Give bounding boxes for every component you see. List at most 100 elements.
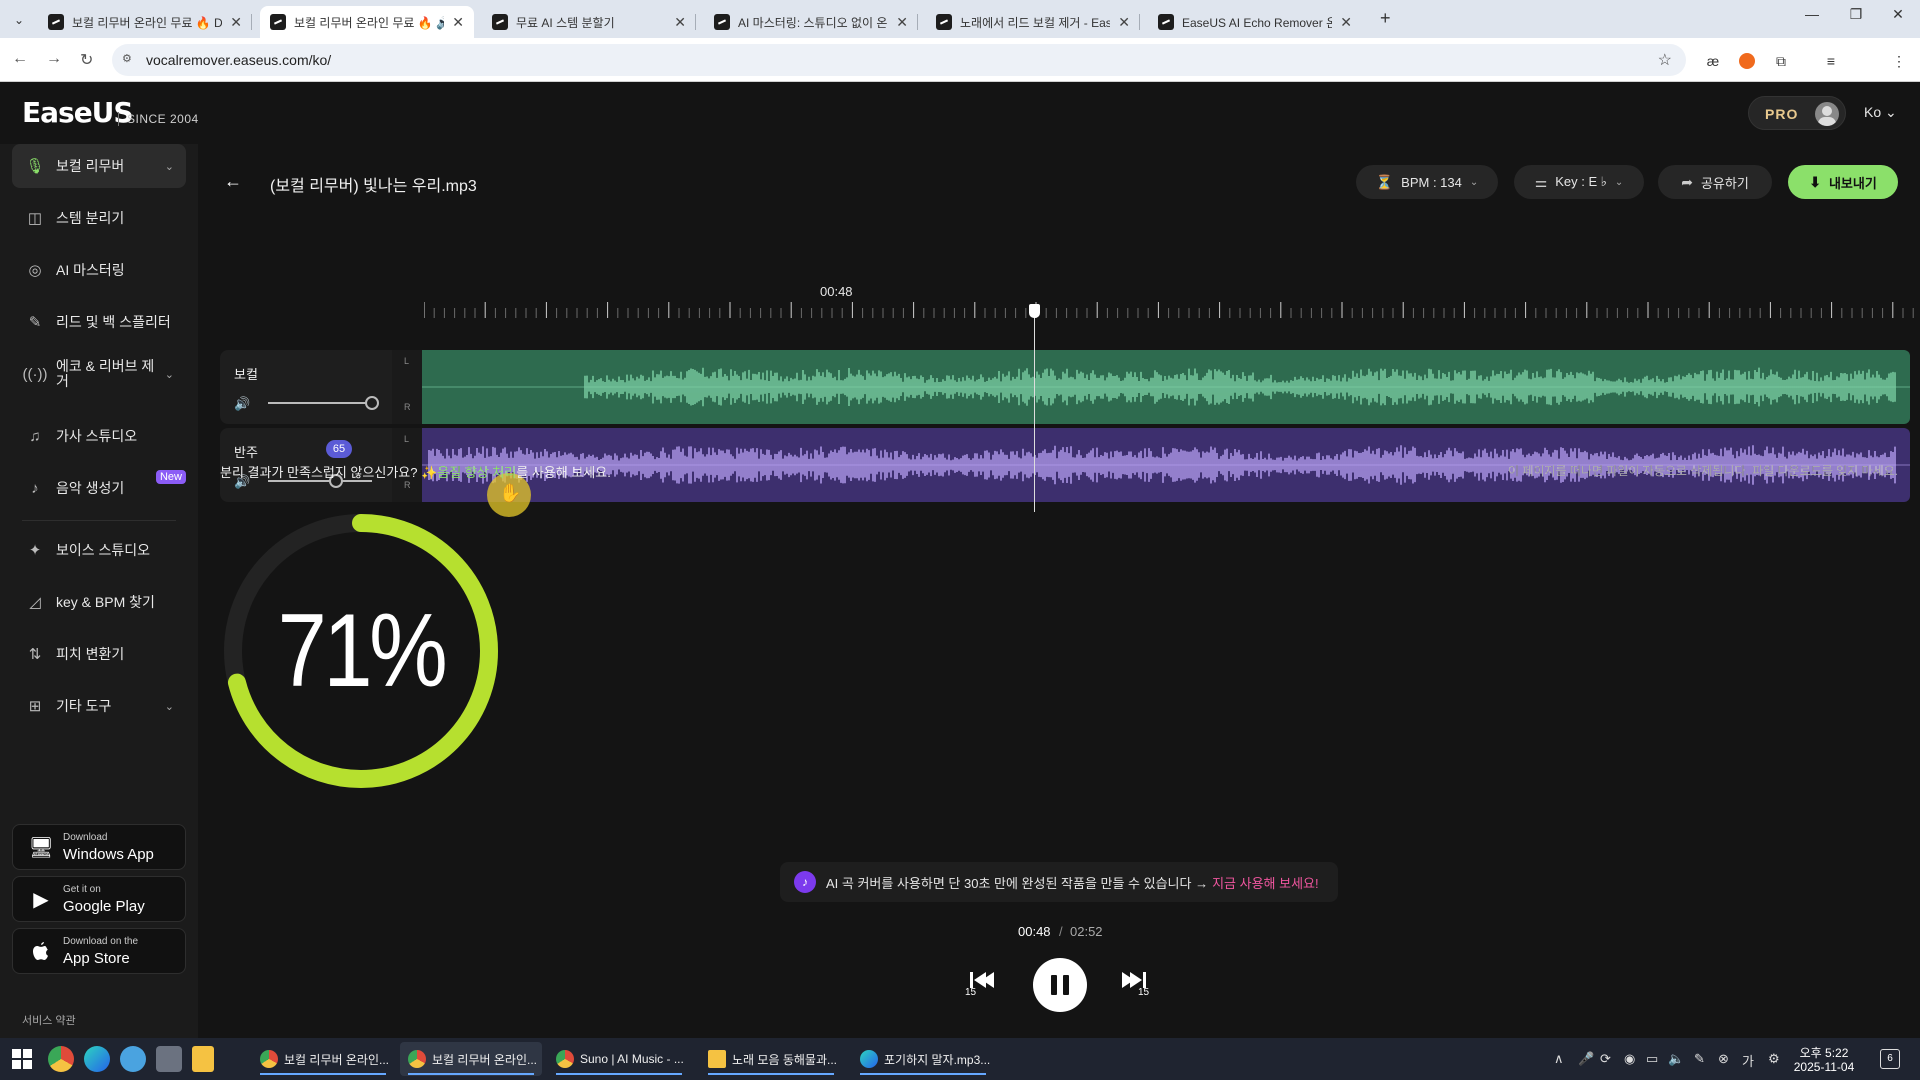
omnibox[interactable]: ⚙ vocalremover.easeus.com/ko/ ☆ bbox=[112, 44, 1686, 76]
pro-account-button[interactable]: PRO bbox=[1748, 96, 1846, 130]
promo-avatar-icon: ♪ bbox=[794, 871, 816, 893]
volume-tray-icon[interactable]: 🔈 bbox=[1668, 1051, 1684, 1067]
sync-icon[interactable]: ⟳ bbox=[1600, 1051, 1611, 1067]
speaker-icon[interactable]: 🔊 bbox=[234, 396, 250, 412]
close-tab-icon[interactable]: ✕ bbox=[452, 14, 464, 31]
taskbar-app-chrome-2[interactable]: 보컬 리무버 온라인... bbox=[400, 1042, 542, 1076]
edge-icon[interactable] bbox=[84, 1046, 110, 1072]
vocal-volume-slider[interactable] bbox=[268, 402, 372, 404]
close-window-icon[interactable]: ✕ bbox=[1878, 6, 1918, 23]
skip-forward-15-button[interactable]: 15 bbox=[1118, 968, 1152, 996]
easeus-logo[interactable]: EaseUS bbox=[22, 96, 134, 129]
restore-icon[interactable]: ❐ bbox=[1836, 6, 1876, 23]
export-button[interactable]: ⬇ 내보내기 bbox=[1788, 165, 1898, 199]
share-arrow-icon: ➦ bbox=[1681, 173, 1693, 190]
terms-of-service-link[interactable]: 서비스 약관 bbox=[22, 1012, 76, 1028]
sidebar-item-ai-mastering[interactable]: ◎ AI 마스터링 bbox=[12, 248, 186, 292]
pause-button[interactable] bbox=[1033, 958, 1087, 1012]
browser-tab[interactable]: AI 마스터링: 스튜디오 없이 온 ✕ bbox=[704, 6, 918, 38]
enhance-quality-link[interactable]: ✨음질 향상 처리 bbox=[421, 465, 516, 480]
microphone-icon[interactable]: 🎤 bbox=[1578, 1051, 1594, 1067]
easeus-favicon-icon bbox=[936, 14, 952, 30]
app-store-button[interactable]: Download on the App Store bbox=[12, 928, 186, 974]
pen-icon[interactable]: ✎ bbox=[1694, 1051, 1705, 1067]
extension-orange-icon[interactable] bbox=[1736, 50, 1758, 72]
sidebar-item-pitch-changer[interactable]: ⇅ 피치 변환기 bbox=[12, 632, 186, 676]
close-tab-icon[interactable]: ✕ bbox=[674, 14, 686, 31]
extension-ae-icon[interactable]: æ bbox=[1702, 50, 1724, 72]
bird-app-icon[interactable] bbox=[120, 1046, 146, 1072]
settings-tray-icon[interactable]: ⚙ bbox=[1768, 1051, 1780, 1067]
ai-cover-promo-banner[interactable]: ♪ AI 곡 커버를 사용하면 단 30초 만에 완성된 작품을 만들 수 있습… bbox=[780, 862, 1338, 902]
chrome-icon[interactable] bbox=[48, 1046, 74, 1072]
clock-date[interactable]: 2025-11-04 bbox=[1784, 1060, 1864, 1074]
timeline-ruler[interactable] bbox=[424, 300, 1920, 320]
tray-overflow-icon[interactable]: ∧ bbox=[1554, 1051, 1564, 1067]
sidebar-item-voice-studio[interactable]: ✦ 보이스 스튜디오 bbox=[12, 528, 186, 572]
windows-app-download-button[interactable]: 🖥 Download Windows App bbox=[12, 824, 186, 870]
browser-tab[interactable]: 보컬 리무버 온라인 무료 🔥 D ✕ bbox=[38, 6, 252, 38]
back-arrow-icon[interactable]: ← bbox=[224, 171, 242, 192]
sidebar-item-echo-reverb-remover[interactable]: ((·)) 에코 & 리버브 제거 ⌄ bbox=[12, 352, 186, 396]
sidebar: 🎙 보컬 리무버 ⌄ ◫ 스템 분리기 ◎ AI 마스터링 ✎ 리드 및 백 스… bbox=[0, 144, 198, 1038]
browser-tab[interactable]: EaseUS AI Echo Remover 온라 ✕ bbox=[1148, 6, 1362, 38]
forward-arrow-icon[interactable]: → bbox=[46, 50, 62, 68]
bookmark-star-icon[interactable]: ☆ bbox=[1658, 50, 1672, 70]
close-tab-icon[interactable]: ✕ bbox=[1118, 14, 1130, 31]
sidebar-item-lead-back-splitter[interactable]: ✎ 리드 및 백 스플리터 bbox=[12, 300, 186, 344]
skip-back-15-button[interactable]: 15 bbox=[964, 968, 998, 996]
sidebar-item-stem-splitter[interactable]: ◫ 스템 분리기 bbox=[12, 196, 186, 240]
vocal-waveform[interactable] bbox=[422, 350, 1910, 424]
tab-separator bbox=[251, 14, 252, 30]
key-dropdown[interactable]: ⚌ Key : E ♭ ⌄ bbox=[1514, 165, 1644, 199]
sidebar-item-vocal-remover[interactable]: 🎙 보컬 리무버 ⌄ bbox=[12, 144, 186, 188]
tab-search-chevron-icon[interactable]: ⌄ bbox=[8, 9, 30, 31]
sidebar-item-lyrics-studio[interactable]: ♫ 가사 스튜디오 bbox=[12, 414, 186, 458]
site-info-icon[interactable]: ⚙ bbox=[122, 52, 136, 66]
notification-center-icon[interactable]: 6 bbox=[1880, 1049, 1900, 1069]
close-tab-icon[interactable]: ✕ bbox=[896, 14, 908, 31]
vocal-volume-knob[interactable] bbox=[365, 396, 379, 410]
network-icon[interactable]: ▭ bbox=[1646, 1051, 1658, 1067]
playhead-handle[interactable] bbox=[1029, 304, 1040, 318]
browser-tab-active[interactable]: 보컬 리무버 온라인 무료 🔥 🔊 ✕ bbox=[260, 6, 474, 38]
easeus-favicon-icon bbox=[270, 14, 286, 30]
close-tab-icon[interactable]: ✕ bbox=[230, 14, 242, 31]
taskbar-app-folder[interactable]: 노래 모음 동해물과... bbox=[700, 1042, 842, 1076]
new-badge: New bbox=[155, 470, 186, 484]
pro-label: PRO bbox=[1765, 106, 1799, 122]
extensions-puzzle-icon[interactable]: ⧉ bbox=[1770, 50, 1792, 72]
playhead-line[interactable] bbox=[1034, 314, 1035, 512]
browser-tab[interactable]: 무료 AI 스템 분할기 ✕ bbox=[482, 6, 696, 38]
browser-tab[interactable]: 노래에서 리드 보컬 제거 - Ease ✕ bbox=[926, 6, 1140, 38]
taskbar-app-suno[interactable]: Suno | AI Music - ... bbox=[548, 1042, 690, 1076]
chrome-icon bbox=[556, 1050, 574, 1068]
url-text[interactable]: vocalremover.easeus.com/ko/ bbox=[146, 52, 331, 68]
language-selector[interactable]: Ko ⌄ bbox=[1864, 104, 1897, 121]
browser-menu-icon[interactable]: ⋮ bbox=[1888, 50, 1910, 72]
avatar bbox=[1815, 102, 1839, 126]
new-tab-plus-icon[interactable]: + bbox=[1380, 8, 1391, 29]
sidebar-item-music-generator[interactable]: ♪ 음악 생성기 New bbox=[12, 466, 186, 510]
minimize-icon[interactable]: — bbox=[1792, 6, 1832, 22]
bpm-dropdown[interactable]: ⏳ BPM : 134 ⌄ bbox=[1356, 165, 1498, 199]
media-controls-icon[interactable]: ≡ bbox=[1820, 50, 1842, 72]
share-button[interactable]: ➦ 공유하기 bbox=[1658, 165, 1772, 199]
windows-start-icon[interactable] bbox=[12, 1049, 32, 1069]
taskbar-app-edge[interactable]: 포기하지 말자.mp3... bbox=[852, 1042, 994, 1076]
notes-app-icon[interactable] bbox=[192, 1046, 214, 1072]
google-play-button[interactable]: ▶ Get it on Google Play bbox=[12, 876, 186, 922]
chevron-down-icon: ⌄ bbox=[164, 368, 174, 381]
close-tab-icon[interactable]: ✕ bbox=[1340, 14, 1352, 31]
try-now-link[interactable]: 지금 사용해 보세요! bbox=[1212, 873, 1319, 892]
sidebar-item-other-tools[interactable]: ⊞ 기타 도구 ⌄ bbox=[12, 684, 186, 728]
sidebar-item-key-bpm-finder[interactable]: ◿ key & BPM 찾기 bbox=[12, 580, 186, 624]
close-circle-icon[interactable]: ⊗ bbox=[1718, 1051, 1729, 1067]
clock-time[interactable]: 오후 5:22 bbox=[1784, 1044, 1864, 1061]
ime-icon[interactable]: 가 bbox=[1742, 1051, 1754, 1070]
paint-app-icon[interactable] bbox=[156, 1046, 182, 1072]
reload-icon[interactable]: ↻ bbox=[80, 50, 93, 70]
record-icon[interactable]: ◉ bbox=[1624, 1051, 1635, 1067]
taskbar-app-chrome-1[interactable]: 보컬 리무버 온라인... bbox=[252, 1042, 394, 1076]
back-arrow-icon[interactable]: ← bbox=[12, 50, 28, 68]
